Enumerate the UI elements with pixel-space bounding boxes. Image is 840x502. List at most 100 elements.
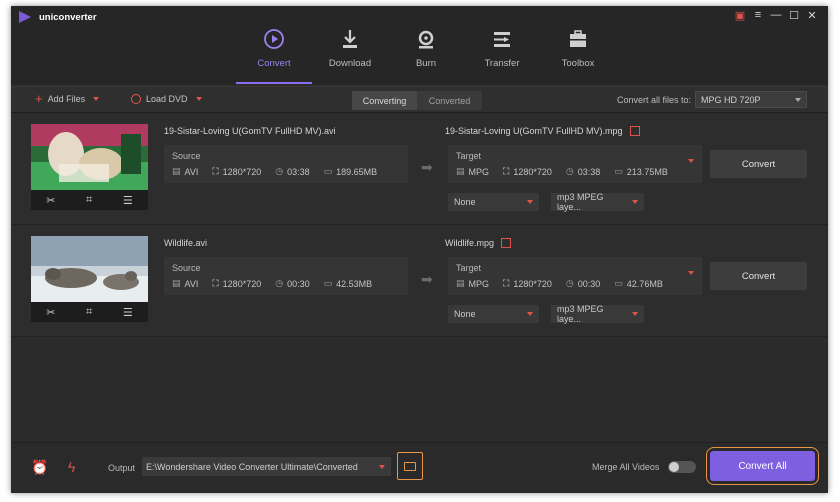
tab-transfer[interactable]: Transfer — [464, 24, 540, 84]
gift-icon[interactable]: ▣ — [734, 9, 746, 22]
add-files-label: Add Files — [47, 94, 86, 104]
trim-icon[interactable]: ✂ — [46, 194, 55, 207]
resolution-icon: ⛶ — [503, 166, 510, 176]
arrow-right-icon: ➡ — [421, 271, 433, 287]
clip-tools: ✂ ⌗ ☰ — [31, 190, 148, 210]
subtitle-select[interactable]: None — [448, 193, 539, 211]
maximize-icon[interactable]: ☐ — [788, 9, 800, 22]
film-icon: ▤ — [172, 278, 181, 288]
resolution-field: ⛶ 1280*720 — [212, 166, 261, 177]
tab-convert[interactable]: Convert — [236, 24, 312, 84]
thumbnail-image[interactable] — [31, 124, 148, 190]
video-thumbnail: ✂ ⌗ ☰ — [31, 124, 148, 210]
resolution-value: 1280*720 — [222, 166, 262, 177]
tab-toolbox[interactable]: Toolbox — [540, 24, 616, 84]
duration-value: 03:38 — [287, 166, 310, 177]
chevron-down-icon[interactable] — [688, 271, 694, 275]
source-meta: ▤ AVI ⛶ 1280*720 ◷ 03:38 ▭ 189.65MB — [172, 166, 377, 177]
video-thumbnail: ✂ ⌗ ☰ — [31, 236, 148, 322]
crop-icon[interactable]: ⌗ — [86, 194, 92, 207]
clip-tools: ✂ ⌗ ☰ — [31, 302, 148, 322]
source-label: Source — [172, 151, 201, 161]
format-field: ▤ MPG — [456, 278, 489, 289]
tab-burn[interactable]: Burn — [388, 24, 464, 84]
resolution-field: ⛶ 1280*720 — [212, 278, 261, 289]
tab-converting[interactable]: Converting — [352, 91, 417, 110]
plus-icon: + — [35, 91, 43, 106]
alarm-clock-icon[interactable]: ⏰ — [31, 459, 48, 476]
load-dvd-button[interactable]: Load DVD — [131, 94, 202, 104]
dvd-icon — [131, 94, 141, 104]
resolution-value: 1280*720 — [513, 166, 552, 177]
output-format-select[interactable]: MPG HD 720P — [695, 91, 807, 108]
target-info[interactable]: Target ▤ MPG ⛶ 1280*720 ◷ 03:38 ▭ 213.75MB — [448, 145, 702, 183]
close-icon[interactable]: ✕ — [806, 9, 818, 22]
chevron-down-icon[interactable] — [93, 97, 100, 101]
format-value: AVI — [184, 278, 199, 289]
thumbnail-image[interactable] — [31, 236, 148, 302]
size-value: 42.76MB — [626, 278, 663, 289]
source-meta: ▤ AVI ⛶ 1280*720 ◷ 00:30 ▭ 42.53MB — [172, 278, 372, 289]
app-window: uniconverter ▣ ≡ — ☐ ✕ Convert Download … — [11, 6, 828, 493]
resolution-value: 1280*720 — [513, 278, 552, 289]
convert-all-to-label: Convert all files to: — [617, 95, 692, 105]
tab-download[interactable]: Download — [312, 24, 388, 84]
film-icon: ▤ — [456, 166, 465, 176]
open-folder-button[interactable] — [397, 452, 423, 480]
audio-value: mp3 MPEG laye... — [557, 192, 604, 212]
edit-icon[interactable] — [629, 126, 640, 136]
target-info[interactable]: Target ▤ MPG ⛶ 1280*720 ◷ 00:30 ▭ 42.76MB — [448, 257, 702, 295]
size-field: ▭ 42.53MB — [324, 278, 373, 289]
clock-icon: ◷ — [565, 278, 574, 288]
target-filename: 19-Sistar-Loving U(GomTV FullHD MV).mpg — [445, 126, 623, 136]
convert-all-button[interactable]: Convert All — [710, 451, 815, 481]
output-path-select[interactable]: E:\Wondershare Video Converter Ultimate\… — [142, 457, 391, 476]
convert-button[interactable]: Convert — [710, 262, 807, 290]
effects-icon[interactable]: ☰ — [123, 306, 133, 319]
tab-converted[interactable]: Converted — [417, 91, 482, 110]
menu-icon[interactable]: ≡ — [752, 9, 764, 21]
format-value: MPG — [468, 166, 490, 177]
effects-icon[interactable]: ☰ — [123, 194, 133, 207]
source-label: Source — [172, 263, 201, 273]
chevron-down-icon — [527, 200, 533, 204]
transfer-icon — [494, 32, 510, 47]
crop-icon[interactable]: ⌗ — [86, 306, 92, 319]
trim-icon[interactable]: ✂ — [46, 306, 55, 319]
arrow-right-icon: ➡ — [421, 159, 433, 175]
chevron-down-icon[interactable] — [688, 159, 694, 163]
size-value: 189.65MB — [336, 166, 378, 177]
output-path-value: E:\Wondershare Video Converter Ultimate\… — [146, 461, 358, 472]
download-icon — [343, 30, 357, 48]
duration-field: ◷ 03:38 — [275, 166, 309, 177]
clock-icon: ◷ — [275, 166, 284, 176]
audio-select[interactable]: mp3 MPEG laye... — [551, 192, 644, 212]
subtitle-select[interactable]: None — [448, 305, 539, 323]
format-value: AVI — [184, 166, 199, 177]
minimize-icon[interactable]: — — [770, 9, 782, 21]
duration-value: 00:30 — [577, 278, 601, 289]
chevron-down-icon[interactable] — [195, 97, 202, 101]
duration-field: ◷ 00:30 — [275, 278, 309, 289]
tab-label: Download — [328, 58, 372, 69]
resolution-icon: ⛶ — [212, 278, 219, 288]
burn-icon — [418, 30, 434, 49]
tab-label: Convert — [257, 58, 291, 69]
audio-select[interactable]: mp3 MPEG laye... — [551, 304, 644, 324]
load-dvd-label: Load DVD — [146, 94, 188, 104]
convert-button[interactable]: Convert — [710, 150, 807, 178]
edit-icon[interactable] — [501, 238, 512, 248]
source-filename: 19-Sistar-Loving U(GomTV FullHD MV).avi — [164, 126, 336, 136]
chevron-down-icon — [527, 312, 533, 316]
lightning-icon[interactable]: ϟ — [68, 459, 75, 475]
folder-icon: ▭ — [614, 278, 623, 288]
chevron-down-icon — [795, 97, 801, 102]
file-row: ✂ ⌗ ☰ Wildlife.avi Source ▤ AVI ⛶ 1280*720… — [11, 226, 828, 337]
output-format-value: MPG HD 720P — [701, 94, 761, 105]
bottom-bar: ⏰ ϟ Output E:\Wondershare Video Converte… — [11, 442, 828, 493]
source-info: Source ▤ AVI ⛶ 1280*720 ◷ 03:38 ▭ 189.65MB — [164, 145, 408, 183]
merge-toggle[interactable] — [668, 461, 696, 473]
chevron-down-icon — [632, 312, 638, 316]
duration-field: ◷ 03:38 — [566, 166, 600, 177]
add-files-button[interactable]: + Add Files — [35, 91, 100, 106]
